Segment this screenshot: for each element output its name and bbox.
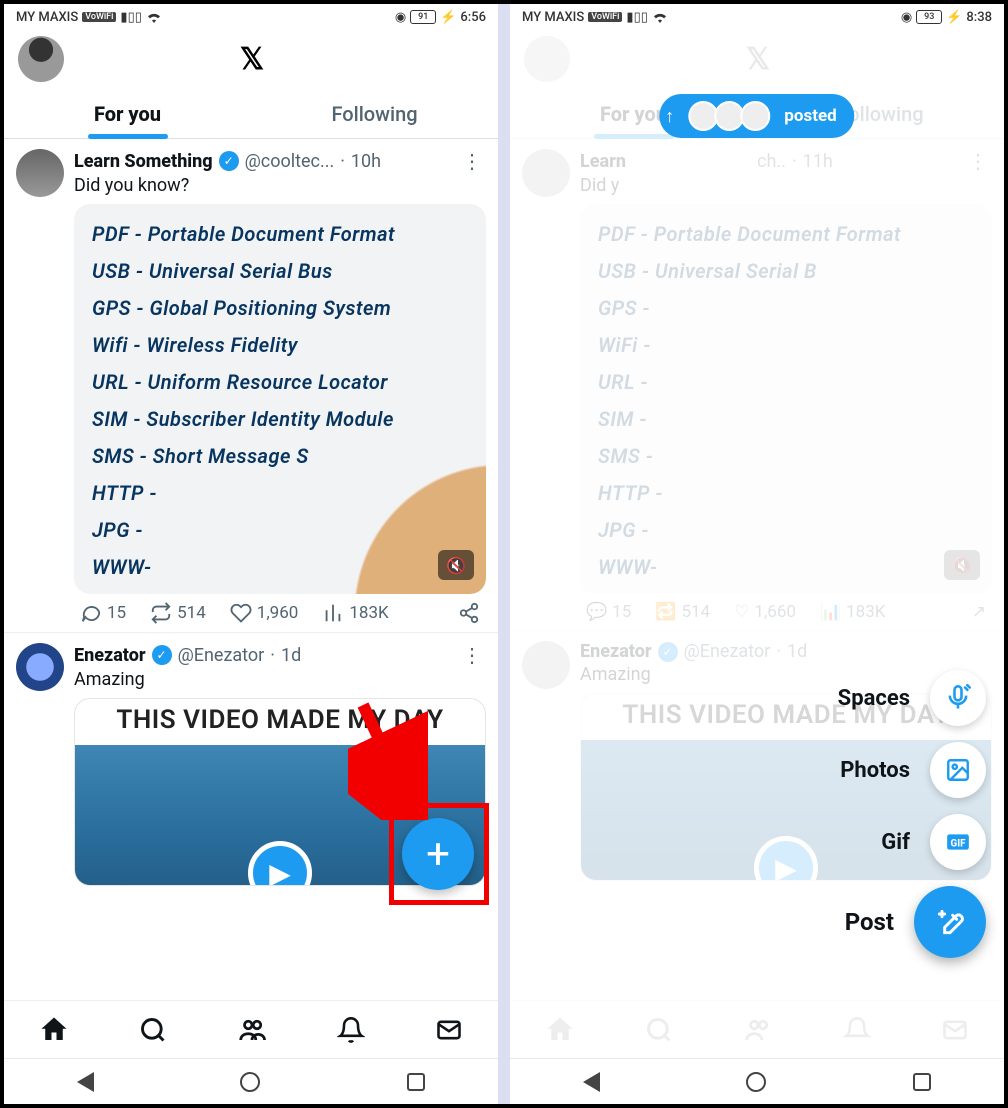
- compose-fab-menu: Spaces Photos Gif GIF: [838, 670, 986, 958]
- eye-icon: ◉: [901, 10, 912, 25]
- wifi-icon: [652, 11, 668, 23]
- signal-icon: ▮▯▯: [120, 10, 141, 25]
- up-arrow-icon: ↑: [665, 106, 674, 127]
- communities-icon[interactable]: [237, 1015, 267, 1045]
- notifications-icon[interactable]: [337, 1016, 365, 1044]
- phone-left: MY MAXIS VoWiFi ▮▯▯ ◉ 91 ⚡ 6:56 𝕏 For yo…: [4, 4, 504, 1104]
- charging-icon: ⚡: [946, 10, 962, 25]
- charging-icon: ⚡: [440, 10, 456, 25]
- statusbar: MY MAXIS VoWiFi ▮▯▯ ◉ 93 ⚡ 8:38: [510, 4, 1004, 30]
- repost-button[interactable]: 514: [150, 602, 206, 624]
- home-icon[interactable]: [39, 1015, 69, 1045]
- compose-fab[interactable]: +: [402, 818, 474, 890]
- play-icon[interactable]: ▶: [248, 841, 312, 886]
- photos-icon[interactable]: [930, 742, 986, 798]
- system-nav: [510, 1058, 1004, 1104]
- signal-icon: ▮▯▯: [626, 10, 647, 25]
- views-button[interactable]: 183K: [322, 602, 388, 624]
- pill-text: posted: [784, 106, 836, 126]
- spaces-icon[interactable]: [930, 670, 986, 726]
- back-icon[interactable]: [77, 1072, 94, 1092]
- vowifi-badge: VoWiFi: [588, 12, 622, 22]
- fab-post[interactable]: Post: [845, 886, 986, 958]
- search-icon[interactable]: [139, 1016, 167, 1044]
- fab-photos[interactable]: Photos: [840, 742, 986, 798]
- annotation-arrow: [348, 700, 428, 820]
- share-button[interactable]: [458, 602, 480, 624]
- gif-icon[interactable]: GIF: [930, 814, 986, 870]
- verified-icon: ✓: [152, 645, 172, 665]
- home-circle-icon[interactable]: [746, 1072, 766, 1092]
- fab-spaces[interactable]: Spaces: [838, 670, 986, 726]
- home-circle-icon[interactable]: [240, 1072, 260, 1092]
- post-time: 10h: [351, 151, 381, 172]
- recents-icon[interactable]: [407, 1073, 425, 1091]
- profile-avatar[interactable]: [18, 36, 64, 82]
- post-media[interactable]: PDF - Portable Document Format USB - Uni…: [74, 204, 486, 594]
- post-avatar[interactable]: [16, 149, 64, 197]
- wifi-icon: [146, 11, 162, 23]
- pill-avatar: [740, 101, 770, 131]
- post-time: 1d: [281, 645, 301, 666]
- statusbar: MY MAXIS VoWiFi ▮▯▯ ◉ 91 ⚡ 6:56: [4, 4, 498, 30]
- eye-icon: ◉: [395, 10, 406, 25]
- fab-gif[interactable]: Gif GIF: [881, 814, 986, 870]
- post-1[interactable]: Learn Something ✓ @cooltec... · 10h ⋮ Di…: [4, 139, 498, 633]
- tab-following[interactable]: Following: [251, 88, 498, 138]
- post-author-name[interactable]: Enezator: [74, 645, 146, 666]
- feed[interactable]: Learn Something ✓ @cooltec... · 10h ⋮ Di…: [4, 139, 498, 1000]
- posted-pill[interactable]: ↑ posted: [659, 94, 854, 138]
- carrier: MY MAXIS: [16, 10, 78, 25]
- more-icon[interactable]: ⋮: [458, 643, 486, 667]
- post-text: Amazing: [74, 669, 486, 690]
- back-icon[interactable]: [583, 1072, 600, 1092]
- like-button[interactable]: 1,960: [230, 602, 299, 624]
- post-text: Did you know?: [74, 175, 486, 196]
- post-author-handle[interactable]: @cooltec...: [245, 151, 335, 172]
- post-author-handle[interactable]: @Enezator: [178, 645, 265, 666]
- battery-icon: 93: [916, 10, 942, 24]
- battery-icon: 91: [410, 10, 436, 24]
- bottom-nav: [4, 1000, 498, 1058]
- post-author-name[interactable]: Learn Something: [74, 151, 213, 172]
- app-header: 𝕏: [4, 30, 498, 88]
- post-actions: 15 514 1,960 183K: [74, 594, 486, 624]
- clock: 8:38: [966, 10, 992, 25]
- plus-icon: +: [426, 830, 450, 879]
- reply-button[interactable]: 15: [80, 602, 126, 624]
- svg-text:GIF: GIF: [951, 838, 967, 849]
- timeline-tabs: For you Following: [4, 88, 498, 139]
- system-nav: [4, 1058, 498, 1104]
- carrier: MY MAXIS: [522, 10, 584, 25]
- clock: 6:56: [460, 10, 486, 25]
- mute-icon[interactable]: 🔇: [438, 550, 474, 580]
- more-icon[interactable]: ⋮: [458, 149, 486, 173]
- post-avatar[interactable]: [16, 643, 64, 691]
- phone-right: MY MAXIS VoWiFi ▮▯▯ ◉ 93 ⚡ 8:38 𝕏 For yo…: [504, 4, 1004, 1104]
- recents-icon[interactable]: [913, 1073, 931, 1091]
- x-logo[interactable]: 𝕏: [240, 42, 262, 77]
- tab-for-you[interactable]: For you: [4, 88, 251, 138]
- verified-icon: ✓: [219, 151, 239, 171]
- compose-icon[interactable]: [914, 886, 986, 958]
- vowifi-badge: VoWiFi: [82, 12, 116, 22]
- messages-icon[interactable]: [435, 1016, 463, 1044]
